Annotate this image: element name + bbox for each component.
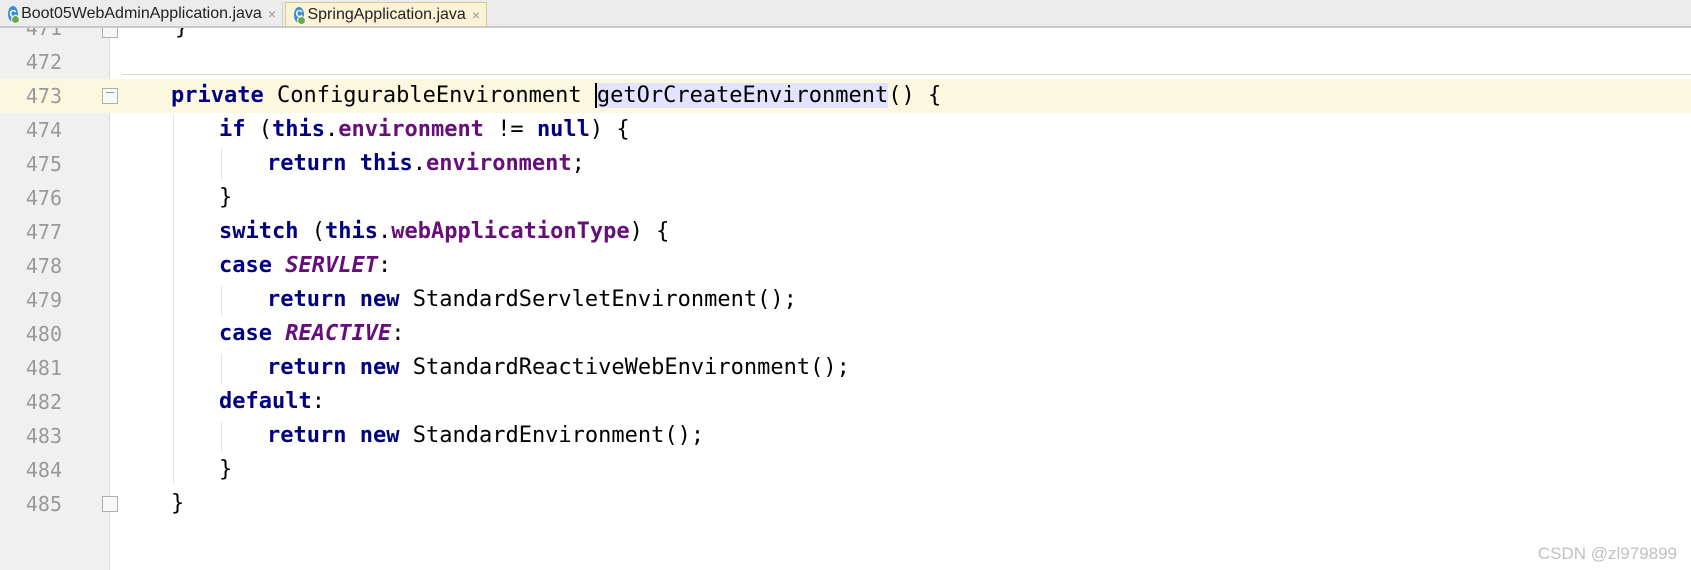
code-text: if (this.environment != null) { [219, 117, 630, 142]
keyword-private: private [171, 83, 264, 108]
code-line: 479 return new StandardServletEnvironmen… [0, 283, 1691, 317]
code-text: } [122, 28, 188, 45]
code-text: } [171, 491, 185, 516]
editor-tab-bar: C Boot05WebAdminApplication.java × C Spr… [0, 0, 1691, 28]
line-number: 484 [25, 458, 62, 482]
code-line: 480 case REACTIVE: [0, 317, 1691, 351]
code-line: 478 case SERVLET: [0, 249, 1691, 283]
line-number: 473 [25, 84, 62, 108]
java-class-icon: C [294, 6, 308, 25]
code-text: case SERVLET: [219, 253, 392, 278]
punctuation: () { [888, 83, 942, 108]
code-text: return this.environment; [267, 151, 585, 176]
line-number: 480 [25, 322, 62, 346]
code-line: 482 default: [0, 385, 1691, 419]
line-number: 475 [25, 152, 62, 176]
code-line: 477 switch (this.webApplicationType) { [0, 215, 1691, 249]
indent-guide [221, 422, 222, 452]
line-number: 482 [25, 390, 62, 414]
code-text: } [219, 457, 233, 482]
code-text: return new StandardEnvironment(); [267, 423, 705, 448]
java-class-icon: C [8, 6, 21, 24]
type-name: ConfigurableEnvironment [276, 83, 582, 108]
code-text: return new StandardReactiveWebEnvironmen… [267, 355, 850, 380]
code-line: 481 return new StandardReactiveWebEnviro… [0, 351, 1691, 385]
code-line: 485 } [0, 487, 1691, 521]
indent-guide [221, 354, 222, 384]
code-line: 471 } [0, 28, 1691, 45]
indent-guide [221, 286, 222, 316]
line-number: 483 [25, 424, 62, 448]
tab-boot05webadminapplication[interactable]: C Boot05WebAdminApplication.java × [0, 2, 283, 26]
code-text: switch (this.webApplicationType) { [219, 219, 670, 244]
code-line: 474 if (this.environment != null) { [0, 113, 1691, 147]
line-number: 477 [25, 220, 62, 244]
code-line: 475 return this.environment; [0, 147, 1691, 181]
code-text: default: [219, 389, 325, 414]
tab-label: SpringApplication.java [307, 5, 466, 23]
code-text: private ConfigurableEnvironment getOrCre… [171, 79, 941, 113]
line-number: 481 [25, 356, 62, 380]
fold-collapse-icon[interactable] [102, 88, 118, 104]
watermark: CSDN @zl979899 [1537, 544, 1677, 563]
line-number: 479 [25, 288, 62, 312]
code-text: } [219, 185, 233, 210]
fold-marker-icon[interactable] [102, 496, 118, 512]
indent-guide [221, 148, 222, 180]
code-line: 484 } [0, 453, 1691, 487]
line-number: 478 [25, 254, 62, 278]
close-icon[interactable]: × [268, 6, 276, 22]
code-line: 483 return new StandardEnvironment(); [0, 419, 1691, 453]
code-line: 476 } [0, 181, 1691, 215]
line-number: 474 [25, 118, 62, 142]
line-number: 476 [25, 186, 62, 210]
code-line-current: 473 private ConfigurableEnvironment getO… [0, 79, 1691, 113]
code-text: return new StandardServletEnvironment(); [267, 287, 797, 312]
code-editor[interactable]: 471 } 472 473 private ConfigurableEnviro… [0, 28, 1691, 570]
fold-marker-icon[interactable] [102, 28, 118, 38]
line-number: 485 [25, 492, 62, 516]
indent-guide [173, 114, 174, 484]
line-number: 471 [25, 28, 62, 40]
tab-label: Boot05WebAdminApplication.java [21, 5, 262, 22]
method-name: getOrCreateEnvironment [594, 83, 889, 108]
close-icon[interactable]: × [472, 7, 480, 23]
tab-springapplication[interactable]: C SpringApplication.java × [285, 2, 487, 26]
method-separator [122, 74, 1691, 75]
code-text: case REACTIVE: [219, 321, 405, 346]
line-number: 472 [25, 50, 62, 74]
